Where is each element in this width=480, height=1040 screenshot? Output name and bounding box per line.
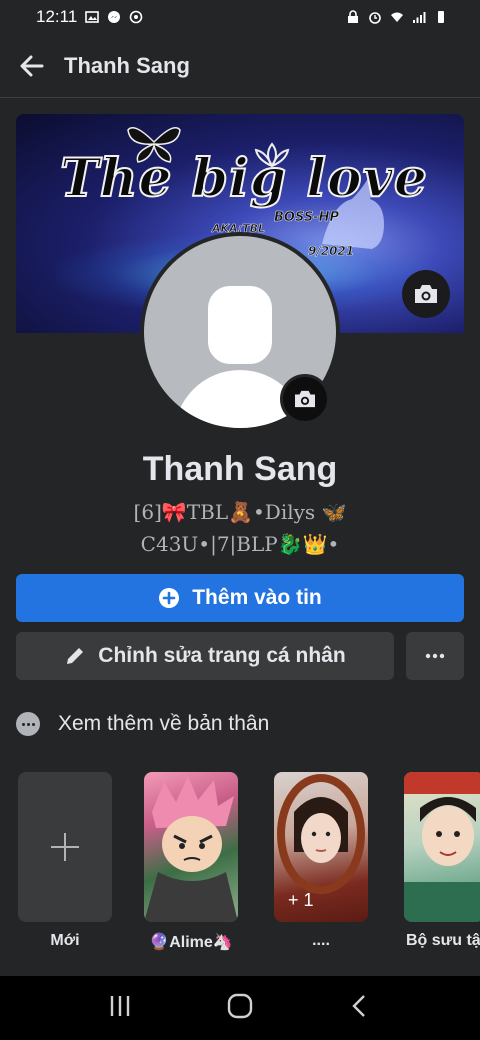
highlight-card-collection[interactable] bbox=[404, 772, 480, 922]
avatar-camera-button[interactable] bbox=[280, 374, 330, 424]
nav-recents-icon bbox=[110, 995, 129, 1016]
butterfly-icon bbox=[127, 127, 181, 163]
nav-home-icon bbox=[227, 993, 253, 1018]
target-notification-icon bbox=[129, 10, 143, 24]
status-time: 12:11 bbox=[36, 7, 78, 26]
system-navigation-bar bbox=[0, 976, 480, 1040]
cover-camera-button[interactable] bbox=[402, 270, 450, 318]
highlight-caption-alime: 🔮Alime🦄 bbox=[149, 934, 233, 951]
see-more-about-label: Xem thêm về bản thân bbox=[58, 712, 270, 735]
highlight-caption-dots: .... bbox=[312, 932, 330, 949]
nav-back-button[interactable] bbox=[347, 993, 373, 1024]
highlight-caption-new: Mới bbox=[50, 932, 80, 949]
edit-profile-button[interactable]: Chỉnh sửa trang cá nhân bbox=[16, 632, 394, 680]
alarm-icon bbox=[369, 12, 381, 24]
page-title: Thanh Sang bbox=[64, 52, 190, 78]
pencil-icon bbox=[67, 648, 84, 664]
back-arrow-icon bbox=[20, 55, 44, 76]
profile-bio-line-2: C43U•|7|BLP🐉👑• bbox=[140, 532, 340, 556]
back-button[interactable] bbox=[0, 34, 64, 98]
add-to-story-button[interactable]: Thêm vào tin bbox=[16, 574, 464, 622]
lotus-icon bbox=[254, 142, 290, 169]
add-to-story-label: Thêm vào tin bbox=[192, 586, 322, 609]
cover-title: The big love bbox=[59, 147, 429, 210]
status-bar: 12:11 bbox=[0, 0, 480, 34]
battery-icon bbox=[438, 11, 444, 23]
highlight-caption-collection: Bộ sưu tậ bbox=[406, 932, 480, 949]
ellipsis-circle-icon bbox=[16, 712, 40, 736]
profile-bio-line-1: [6]🎀TBL🧸•Dilys 🦋 bbox=[133, 500, 347, 524]
collection-thumbnail bbox=[404, 772, 480, 922]
highlight-card-dots[interactable]: + 1 bbox=[274, 772, 368, 922]
nav-recents-button[interactable] bbox=[107, 993, 133, 1024]
lock-icon bbox=[348, 10, 358, 23]
wifi-icon bbox=[391, 12, 403, 22]
edit-profile-label: Chỉnh sửa trang cá nhân bbox=[98, 644, 346, 667]
camera-icon bbox=[415, 285, 437, 303]
profile-name: Thanh Sang bbox=[142, 450, 338, 488]
top-app-bar: Thanh Sang bbox=[0, 34, 480, 98]
more-options-button[interactable] bbox=[406, 632, 464, 680]
more-icon bbox=[425, 653, 445, 659]
cover-tag-boss: BOSS-HP bbox=[274, 210, 340, 226]
nav-back-icon bbox=[352, 994, 366, 1017]
plus-icon bbox=[51, 833, 79, 861]
highlight-card-alime[interactable] bbox=[144, 772, 238, 922]
more-photos-count: + 1 bbox=[288, 890, 314, 910]
nav-home-button[interactable] bbox=[226, 992, 254, 1025]
highlight-new-card[interactable] bbox=[18, 772, 112, 922]
anime-character-thumbnail bbox=[144, 776, 238, 922]
plus-circle-icon bbox=[159, 588, 180, 608]
avatar-head-silhouette bbox=[208, 286, 272, 364]
see-more-about-row[interactable]: Xem thêm về bản thân bbox=[16, 704, 269, 744]
signal-icon bbox=[413, 12, 426, 23]
camera-icon bbox=[295, 390, 315, 408]
gallery-notification-icon bbox=[85, 11, 100, 23]
messenger-notification-icon bbox=[108, 11, 121, 23]
cover-tag-date: 9/2021 bbox=[308, 244, 355, 259]
